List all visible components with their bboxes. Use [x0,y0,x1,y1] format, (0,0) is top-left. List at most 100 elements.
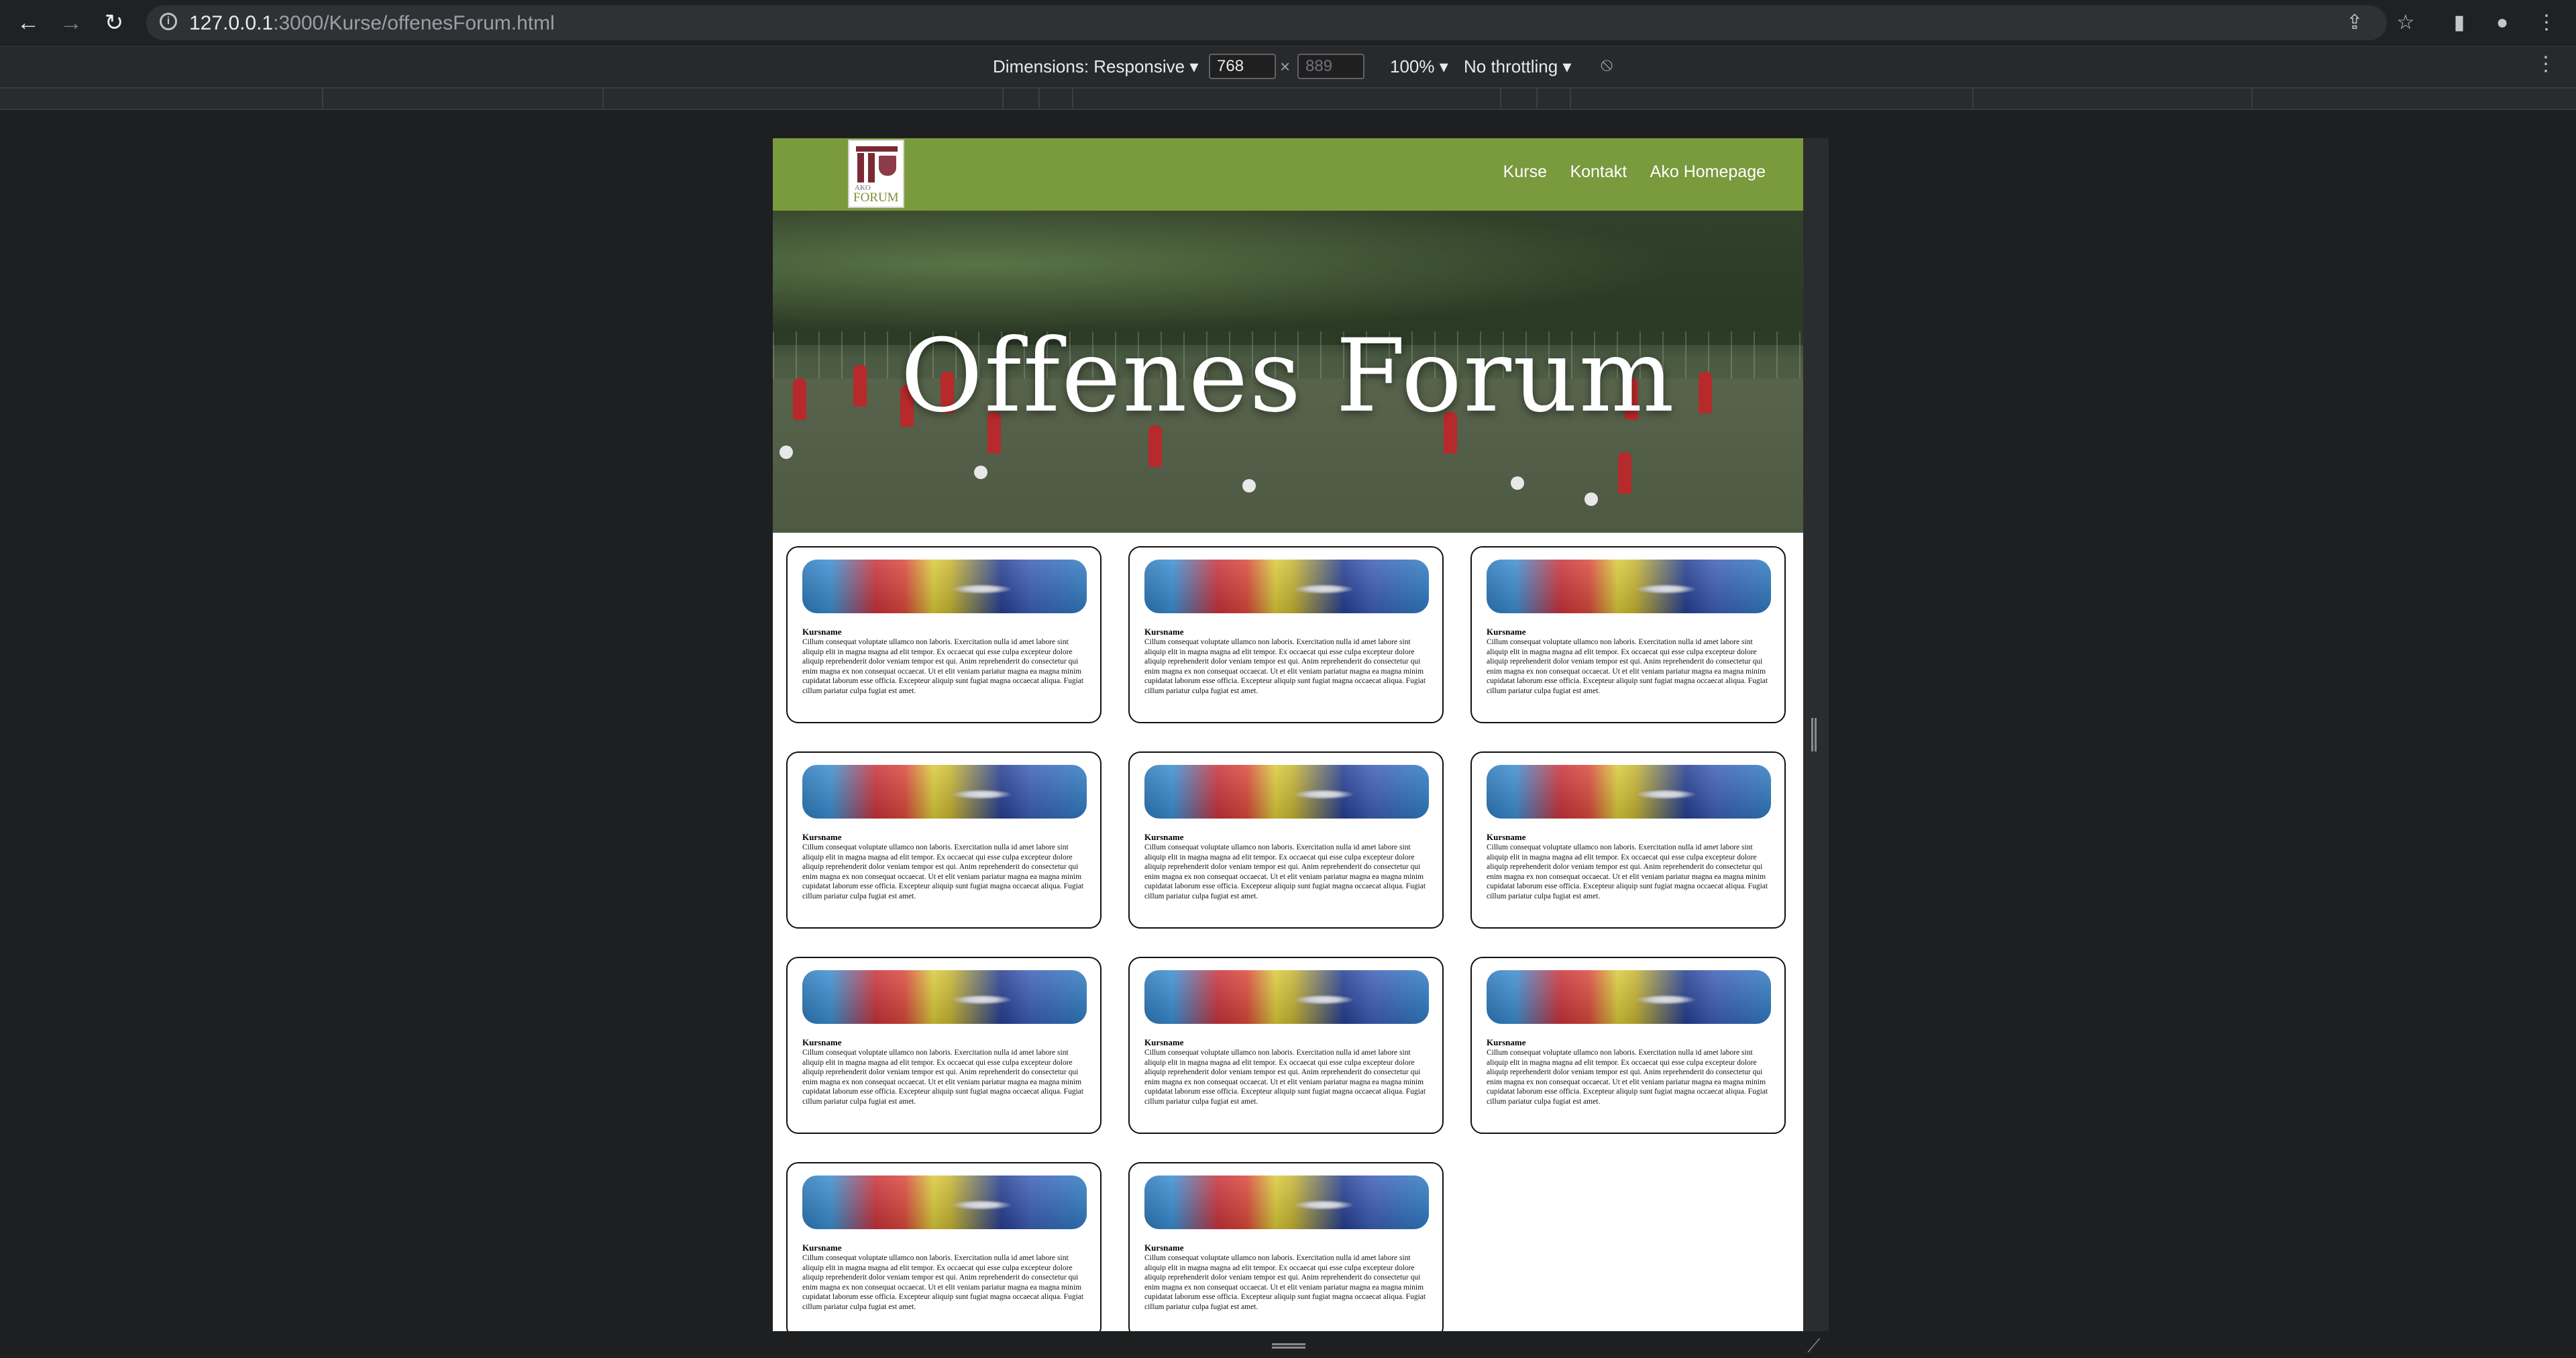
nav-link-kurse[interactable]: Kurse [1503,162,1547,181]
course-description: Cillum consequat voluptate ullamco non l… [1144,638,1426,695]
hero-player [1618,452,1631,494]
address-bar[interactable]: i 127.0.0.1:3000/Kurse/offenesForum.html… [146,5,2387,40]
ruler-tick[interactable] [1500,89,1501,109]
ruler-tick[interactable] [1570,89,1571,109]
media-query-bar [0,89,2576,110]
course-image [1487,765,1771,819]
ruler-tick[interactable] [1038,89,1040,109]
course-description: Cillum consequat voluptate ullamco non l… [1144,843,1426,900]
times-sign: × [1280,56,1291,76]
throttling-dropdown[interactable]: No throttling ▾ [1464,56,1571,77]
course-image [1144,765,1429,819]
course-card[interactable]: Kursname Cillum consequat voluptate ulla… [786,751,1102,929]
course-name: Kursname [1487,1037,1526,1047]
height-input[interactable]: 889 [1297,54,1364,79]
course-image [802,1176,1087,1229]
star-icon[interactable]: ☆ [2392,9,2419,36]
course-card[interactable]: Kursname Cillum consequat voluptate ulla… [1470,546,1786,723]
course-description: Cillum consequat voluptate ullamco non l… [802,843,1084,900]
ruler-tick[interactable] [322,89,323,109]
profile-icon[interactable]: ● [2489,9,2516,36]
hero-ball [780,446,793,459]
course-image [1144,1176,1429,1229]
share-icon[interactable]: ⇪ [2341,9,2368,36]
logo-column [857,153,864,182]
ruler-tick[interactable] [1002,89,1004,109]
course-name: Kursname [1144,1243,1184,1253]
course-card[interactable]: Kursname Cillum consequat voluptate ulla… [1128,957,1444,1134]
url-text[interactable]: 127.0.0.1:3000/Kurse/offenesForum.html [189,12,555,35]
course-card[interactable]: Kursname Cillum consequat voluptate ulla… [1128,751,1444,929]
course-image [1144,970,1429,1024]
ruler-tick[interactable] [1536,89,1538,109]
hero-ball [1242,479,1256,492]
course-card[interactable]: Kursname Cillum consequat voluptate ulla… [786,546,1102,723]
course-name: Kursname [1487,832,1526,842]
hero-ball [1585,492,1598,506]
reload-icon[interactable]: ↻ [101,9,127,36]
course-image [1144,560,1429,613]
course-image [802,765,1087,819]
browser-toolbar: ← → ↻ i 127.0.0.1:3000/Kurse/offenesForu… [0,0,2576,47]
kebab-menu-icon[interactable]: ⋮ [2533,9,2560,36]
back-arrow-icon[interactable]: ← [15,9,42,36]
forward-arrow-icon[interactable]: → [58,9,85,36]
logo-shield [879,156,896,176]
course-description: Cillum consequat voluptate ullamco non l… [1487,843,1768,900]
course-image [802,560,1087,613]
course-description: Cillum consequat voluptate ullamco non l… [1144,1254,1426,1311]
page-viewport: AKO FORUM Kurse Kontakt Ako Homepage Off… [773,138,1803,1331]
course-card[interactable]: Kursname Cillum consequat voluptate ulla… [1470,957,1786,1134]
rotate-icon[interactable]: ⦸ [1601,54,1613,76]
nav-links: Kurse Kontakt Ako Homepage [1483,162,1766,182]
course-card[interactable]: Kursname Cillum consequat voluptate ulla… [786,1162,1102,1331]
side-panel-icon[interactable]: ▮ [2446,9,2473,36]
viewport-width-resize-handle[interactable] [1811,718,1817,751]
course-card[interactable]: Kursname Cillum consequat voluptate ulla… [1128,546,1444,723]
page-title: Offenes Forum [900,318,1676,435]
course-name: Kursname [802,1037,842,1047]
width-input[interactable]: 768 [1209,54,1276,79]
device-toolbar-menu-icon[interactable]: ⋮ [2536,52,2556,76]
course-image [1487,970,1771,1024]
course-name: Kursname [1144,832,1184,842]
nav-link-kontakt[interactable]: Kontakt [1570,162,1627,181]
course-description: Cillum consequat voluptate ullamco non l… [802,1254,1084,1311]
course-card[interactable]: Kursname Cillum consequat voluptate ulla… [786,957,1102,1134]
hero-banner: Offenes Forum [773,211,1803,533]
course-name: Kursname [802,832,842,842]
course-name: Kursname [1487,627,1526,637]
logo-text-bottom: FORUM [853,191,899,205]
course-name: Kursname [802,1243,842,1253]
course-card[interactable]: Kursname Cillum consequat voluptate ulla… [1128,1162,1444,1331]
nav-link-ako-homepage[interactable]: Ako Homepage [1650,162,1766,181]
viewport-height-resize-handle[interactable] [1272,1343,1305,1349]
url-path: :3000/Kurse/offenesForum.html [273,12,555,34]
site-navbar: AKO FORUM Kurse Kontakt Ako Homepage [773,138,1803,211]
course-description: Cillum consequat voluptate ullamco non l… [1487,638,1768,695]
ruler-tick[interactable] [2251,89,2253,109]
course-description: Cillum consequat voluptate ullamco non l… [1144,1049,1426,1106]
course-name: Kursname [1144,627,1184,637]
device-toolbar: Dimensions: Responsive ▾ 768 × 889 100% … [0,47,2576,89]
course-image [1487,560,1771,613]
site-info-icon[interactable]: i [160,13,177,30]
hero-ball [1511,476,1524,490]
course-description: Cillum consequat voluptate ullamco non l… [802,638,1084,695]
ruler-tick[interactable] [602,89,604,109]
logo-column [868,153,875,182]
hero-ball [974,466,987,479]
ruler-tick[interactable] [1072,89,1073,109]
course-description: Cillum consequat voluptate ullamco non l… [1487,1049,1768,1106]
url-host: 127.0.0.1 [189,12,274,34]
course-description: Cillum consequat voluptate ullamco non l… [802,1049,1084,1106]
ruler-tick[interactable] [1972,89,1974,109]
course-card[interactable]: Kursname Cillum consequat voluptate ulla… [1470,751,1786,929]
course-name: Kursname [802,627,842,637]
zoom-dropdown[interactable]: 100% ▾ [1390,56,1448,77]
corner-resize-icon[interactable]: ⟋ [1807,1335,1821,1357]
course-image [802,970,1087,1024]
ako-forum-logo[interactable]: AKO FORUM [848,140,904,208]
course-name: Kursname [1144,1037,1184,1047]
dimensions-dropdown[interactable]: Dimensions: Responsive ▾ [993,56,1198,77]
